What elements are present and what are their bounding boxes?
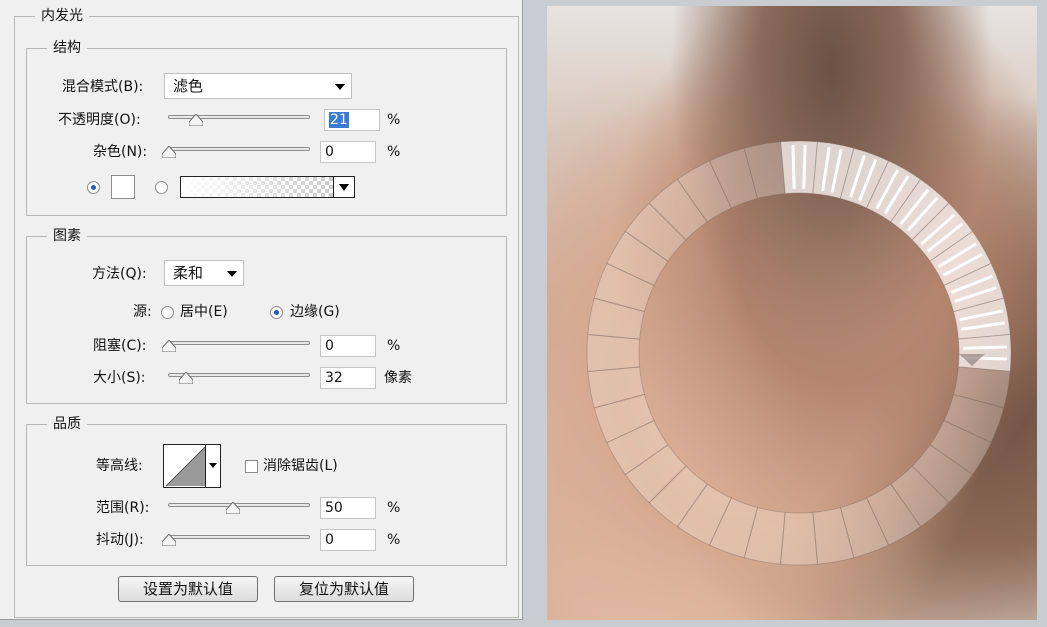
jitter-slider[interactable] — [168, 535, 310, 539]
source-label: 源: — [133, 304, 152, 320]
blend-mode-select[interactable]: 滤色 — [164, 73, 352, 99]
size-input[interactable]: 32 — [320, 367, 376, 389]
spinner-ring — [586, 140, 1012, 566]
contour-dropdown-button[interactable] — [205, 445, 220, 487]
noise-unit: % — [387, 144, 401, 160]
inner-glow-title: 内发光 — [35, 7, 89, 25]
noise-input[interactable]: 0 — [320, 141, 376, 163]
opacity-slider-thumb[interactable] — [188, 114, 203, 126]
source-edge-label[interactable]: 边缘(G) — [290, 302, 340, 322]
choke-input[interactable]: 0 — [320, 335, 376, 357]
quality-title: 品质 — [47, 415, 87, 433]
chevron-down-icon — [227, 271, 237, 277]
technique-select[interactable]: 柔和 — [164, 260, 244, 286]
antialias-label[interactable]: 消除锯齿(L) — [263, 456, 338, 476]
blend-mode-value: 滤色 — [173, 77, 204, 95]
technique-label: 方法(Q): — [92, 266, 147, 282]
range-unit: % — [387, 500, 401, 516]
elements-title: 图素 — [47, 227, 87, 245]
ring-highlight-stripe — [802, 145, 807, 190]
chevron-down-icon — [209, 463, 217, 468]
jitter-label: 抖动(J): — [96, 532, 144, 548]
range-input[interactable]: 50 — [320, 497, 376, 519]
opacity-unit: % — [387, 112, 401, 128]
inner-glow-panel: 内发光 结构 混合模式(B): 滤色 不透明度(O): 21 % 杂色(N): … — [0, 0, 523, 620]
size-unit: 像素 — [384, 370, 412, 386]
noise-slider[interactable] — [168, 147, 310, 151]
ring-highlight-stripe — [791, 145, 796, 190]
color-radio[interactable] — [87, 181, 100, 194]
ring-highlight-stripe — [962, 345, 1007, 350]
size-slider-thumb[interactable] — [178, 372, 193, 384]
make-default-button[interactable]: 设置为默认值 — [118, 576, 258, 602]
range-slider-thumb[interactable] — [226, 502, 240, 514]
choke-label: 阻塞(C): — [93, 338, 147, 354]
range-label: 范围(R): — [96, 500, 150, 516]
glow-color-swatch[interactable] — [111, 175, 135, 199]
ring-segment — [957, 333, 1012, 373]
source-center-radio[interactable] — [161, 306, 174, 319]
ring-segment — [779, 511, 819, 566]
gradient-picker[interactable] — [180, 176, 334, 198]
source-center-label[interactable]: 居中(E) — [180, 302, 228, 322]
ring-segments — [586, 140, 1012, 566]
opacity-input[interactable]: 21 — [324, 109, 380, 131]
chevron-down-icon — [335, 84, 345, 90]
noise-slider-thumb[interactable] — [162, 146, 176, 158]
technique-value: 柔和 — [173, 264, 204, 282]
choke-slider-thumb[interactable] — [162, 340, 176, 352]
jitter-input[interactable]: 0 — [320, 529, 376, 551]
jitter-unit: % — [387, 532, 401, 548]
antialias-checkbox[interactable] — [245, 460, 258, 473]
choke-unit: % — [387, 338, 401, 354]
ring-segment — [586, 333, 641, 373]
jitter-slider-thumb[interactable] — [162, 534, 176, 546]
choke-slider[interactable] — [168, 341, 310, 345]
ring-segment — [779, 140, 819, 195]
gradient-dropdown-button[interactable] — [333, 176, 355, 198]
blend-mode-label: 混合模式(B): — [62, 79, 144, 95]
gradient-radio[interactable] — [155, 181, 168, 194]
noise-label: 杂色(N): — [93, 144, 148, 160]
size-label: 大小(S): — [93, 370, 146, 386]
opacity-label: 不透明度(O): — [58, 112, 141, 128]
source-edge-radio[interactable] — [270, 306, 283, 319]
preview-photo — [547, 6, 1037, 620]
reset-default-button[interactable]: 复位为默认值 — [274, 576, 414, 602]
contour-picker[interactable] — [163, 444, 221, 488]
contour-label: 等高线: — [96, 458, 143, 474]
contour-curve-icon — [165, 446, 206, 487]
structure-title: 结构 — [47, 39, 87, 57]
